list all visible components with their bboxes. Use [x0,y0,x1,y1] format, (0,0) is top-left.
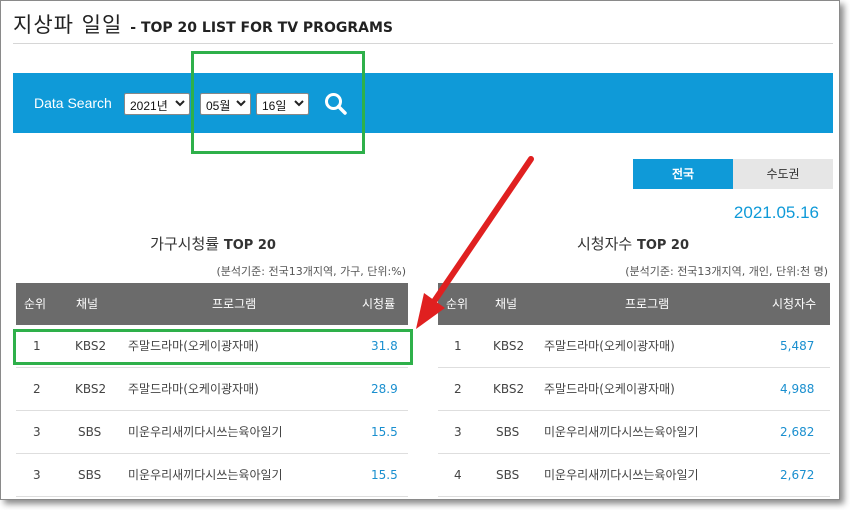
table-row[interactable]: 2 KBS2 주말드라마(오케이광자매) 4,988 [438,368,830,411]
search-bar: Data Search 2021년 05월 16일 [13,73,833,133]
table-row[interactable]: 1 KBS2 주말드라마(오케이광자매) 5,487 [438,325,830,368]
channel-cell: SBS [78,425,102,439]
household-rating-note: (분석기준: 전국13개지역, 가구, 단위:%) [216,265,407,278]
table-header: 순위 채널 프로그램 시청률 [16,283,408,325]
viewers-title-ko: 시청자수 [576,235,633,253]
rating-cell: 28.9 [371,382,398,396]
program-cell: 주말드라마(오케이광자매) [544,382,675,396]
selected-date: 2021.05.16 [733,203,819,222]
table-row[interactable]: 3 SBS 미운우리새끼다시쓰는육아일기 15.5 [16,411,408,454]
table-row[interactable]: 4 SBS 미운우리새끼다시쓰는육아일기 2,672 [438,454,830,497]
viewers-cell: 2,672 [780,468,815,482]
year-select[interactable]: 2021년 [124,93,190,115]
tab-capital-area[interactable]: 수도권 [733,159,833,189]
rank-cell: 2 [454,382,462,396]
chevron-down-icon [175,100,185,107]
program-cell: 미운우리새끼다시쓰는육아일기 [544,425,699,439]
rank-cell: 1 [454,339,462,353]
column-header-program: 프로그램 [212,297,257,311]
rank-cell: 3 [33,468,41,482]
viewers-table: 순위 채널 프로그램 시청자수 1 KBS2 주말드라마(오케이광자매) 5,4… [438,283,830,497]
table-header: 순위 채널 프로그램 시청자수 [438,283,830,325]
household-rating-title: 가구시청률 TOP 20 [13,233,413,254]
date-selector-highlight [191,51,365,154]
search-label: Data Search [34,95,112,111]
channel-cell: KBS2 [75,382,107,396]
title-divider [13,43,833,44]
household-rating-table: 순위 채널 프로그램 시청률 1 KBS2 주말드라마(오케이광자매) 31.8… [16,283,408,497]
column-header-rating: 시청률 [362,297,396,311]
rank-cell: 4 [454,468,462,482]
column-header-rank: 순위 [24,297,47,311]
channel-cell: SBS [78,468,102,482]
household-rating-title-en: TOP 20 [223,238,276,253]
page-title: 지상파 일일 - TOP 20 LIST FOR TV PROGRAMS [13,9,393,39]
column-header-channel: 채널 [495,297,518,311]
viewers-cell: 2,682 [780,425,815,439]
viewers-cell: 4,988 [780,382,815,396]
channel-cell: KBS2 [493,339,525,353]
tab-nationwide[interactable]: 전국 [633,159,733,189]
region-tabs: 전국 수도권 [633,159,833,189]
screenshot-frame: 지상파 일일 - TOP 20 LIST FOR TV PROGRAMS Dat… [0,0,840,500]
program-cell: 미운우리새끼다시쓰는육아일기 [544,468,699,482]
page-title-sub: - TOP 20 LIST FOR TV PROGRAMS [130,20,393,36]
year-select-value: 2021년 [130,99,168,113]
table-row[interactable]: 3 SBS 미운우리새끼다시쓰는육아일기 15.5 [16,454,408,497]
table-row[interactable]: 3 SBS 미운우리새끼다시쓰는육아일기 2,682 [438,411,830,454]
viewers-title: 시청자수 TOP 20 [433,233,833,254]
column-header-rank: 순위 [446,297,469,311]
viewers-title-en: TOP 20 [636,238,690,253]
channel-cell: SBS [496,425,520,439]
rank-cell: 3 [33,425,41,439]
column-header-channel: 채널 [76,297,99,311]
channel-cell: SBS [496,468,520,482]
rank-cell: 2 [33,382,41,396]
channel-cell: KBS2 [493,382,525,396]
program-cell: 미운우리새끼다시쓰는육아일기 [128,468,283,482]
household-rating-title-ko: 가구시청률 [150,235,220,253]
rank-cell: 3 [454,425,462,439]
rating-cell: 15.5 [371,425,398,439]
program-cell: 주말드라마(오케이광자매) [128,382,259,396]
column-header-viewers: 시청자수 [772,297,817,311]
top-row-highlight [13,329,413,365]
page-title-main: 지상파 일일 [13,13,123,37]
program-cell: 미운우리새끼다시쓰는육아일기 [128,425,283,439]
program-cell: 주말드라마(오케이광자매) [544,339,675,353]
table-row[interactable]: 2 KBS2 주말드라마(오케이광자매) 28.9 [16,368,408,411]
viewers-note: (분석기준: 전국13개지역, 개인, 단위:천 명) [625,265,828,278]
column-header-program: 프로그램 [625,297,670,311]
viewers-cell: 5,487 [780,339,815,353]
rating-cell: 15.5 [371,468,398,482]
